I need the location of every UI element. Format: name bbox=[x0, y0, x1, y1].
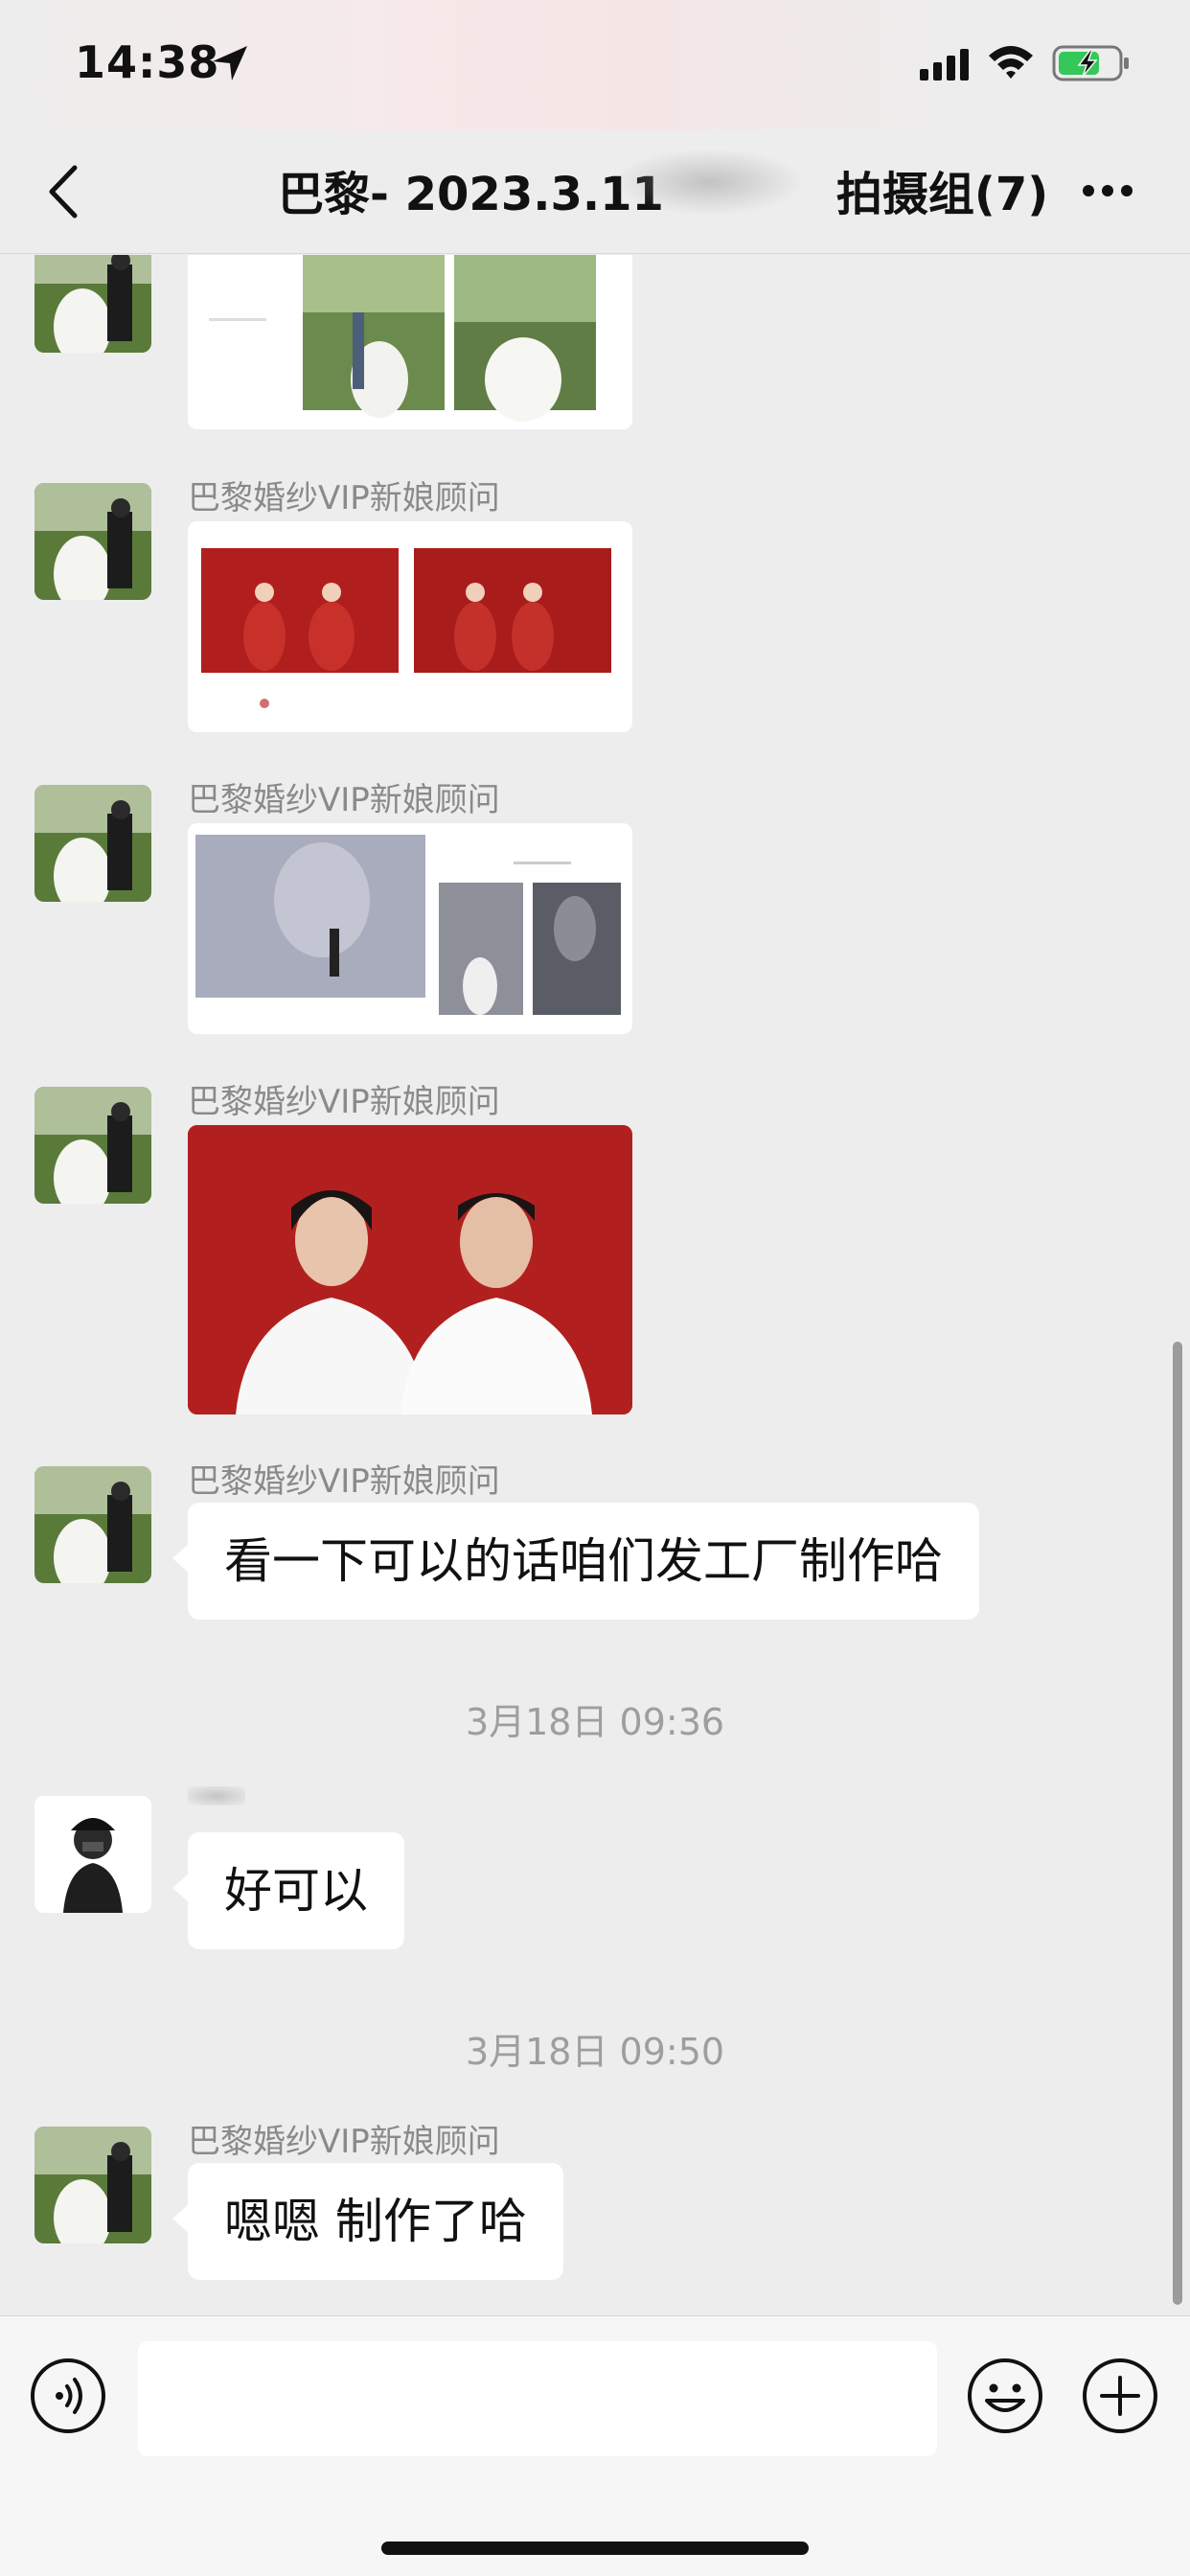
sender-name: 巴黎婚纱VIP新娘顾问 bbox=[188, 781, 500, 819]
image-message[interactable] bbox=[188, 1125, 632, 1414]
avatar[interactable] bbox=[34, 483, 151, 600]
sender-name: 巴黎婚纱VIP新娘顾问 bbox=[188, 1083, 500, 1121]
avatar[interactable] bbox=[34, 2127, 151, 2243]
back-icon[interactable] bbox=[40, 158, 86, 225]
chat-header: 巴黎- 2023.3.11 拍摄组(7) bbox=[0, 129, 1190, 254]
home-indicator bbox=[381, 2542, 809, 2555]
avatar[interactable] bbox=[34, 1796, 151, 1913]
avatar[interactable] bbox=[34, 255, 151, 353]
chat-title-prefix: 巴黎- 2023.3.11 bbox=[278, 168, 664, 221]
image-message[interactable] bbox=[188, 255, 632, 429]
message-list[interactable]: 巴黎婚纱VIP新娘顾问 巴黎婚纱VIP新娘顾问 巴黎婚纱VIP新娘顾问 巴黎婚纱… bbox=[0, 255, 1190, 2315]
voice-icon[interactable] bbox=[29, 2357, 107, 2435]
status-time: 14:38 bbox=[75, 36, 220, 88]
image-message[interactable] bbox=[188, 521, 632, 732]
redacted-blur bbox=[613, 149, 805, 216]
text-message-bubble[interactable]: 看一下可以的话咱们发工厂制作哈 bbox=[172, 1503, 979, 1620]
image-message[interactable] bbox=[188, 823, 632, 1034]
timestamp: 3月18日 09:50 bbox=[465, 2031, 725, 2073]
scrollbar[interactable] bbox=[1173, 1342, 1182, 2305]
avatar[interactable] bbox=[34, 785, 151, 902]
location-arrow-icon bbox=[213, 46, 247, 80]
plus-icon[interactable] bbox=[1081, 2357, 1159, 2435]
battery-icon bbox=[1052, 45, 1129, 81]
sender-name: 巴黎婚纱VIP新娘顾问 bbox=[188, 1462, 500, 1501]
input-bar bbox=[0, 2315, 1190, 2576]
sender-name: 巴黎婚纱VIP新娘顾问 bbox=[188, 479, 500, 518]
status-bar: 14:38 bbox=[0, 0, 1190, 129]
chat-title-suffix: 拍摄组(7) bbox=[835, 168, 1049, 221]
timestamp: 3月18日 09:36 bbox=[465, 1701, 725, 1743]
avatar[interactable] bbox=[34, 1466, 151, 1583]
wifi-icon bbox=[989, 46, 1033, 79]
sender-name-blurred bbox=[188, 1786, 245, 1806]
emoji-icon[interactable] bbox=[966, 2357, 1044, 2435]
signal-icon bbox=[920, 49, 969, 80]
text-message-bubble[interactable]: 嗯嗯 制作了哈 bbox=[172, 2163, 563, 2280]
sender-name: 巴黎婚纱VIP新娘顾问 bbox=[188, 2123, 500, 2161]
more-icon[interactable] bbox=[1081, 183, 1134, 198]
text-message-bubble[interactable]: 好可以 bbox=[172, 1832, 404, 1949]
avatar[interactable] bbox=[34, 1087, 151, 1204]
message-input[interactable] bbox=[138, 2341, 937, 2456]
